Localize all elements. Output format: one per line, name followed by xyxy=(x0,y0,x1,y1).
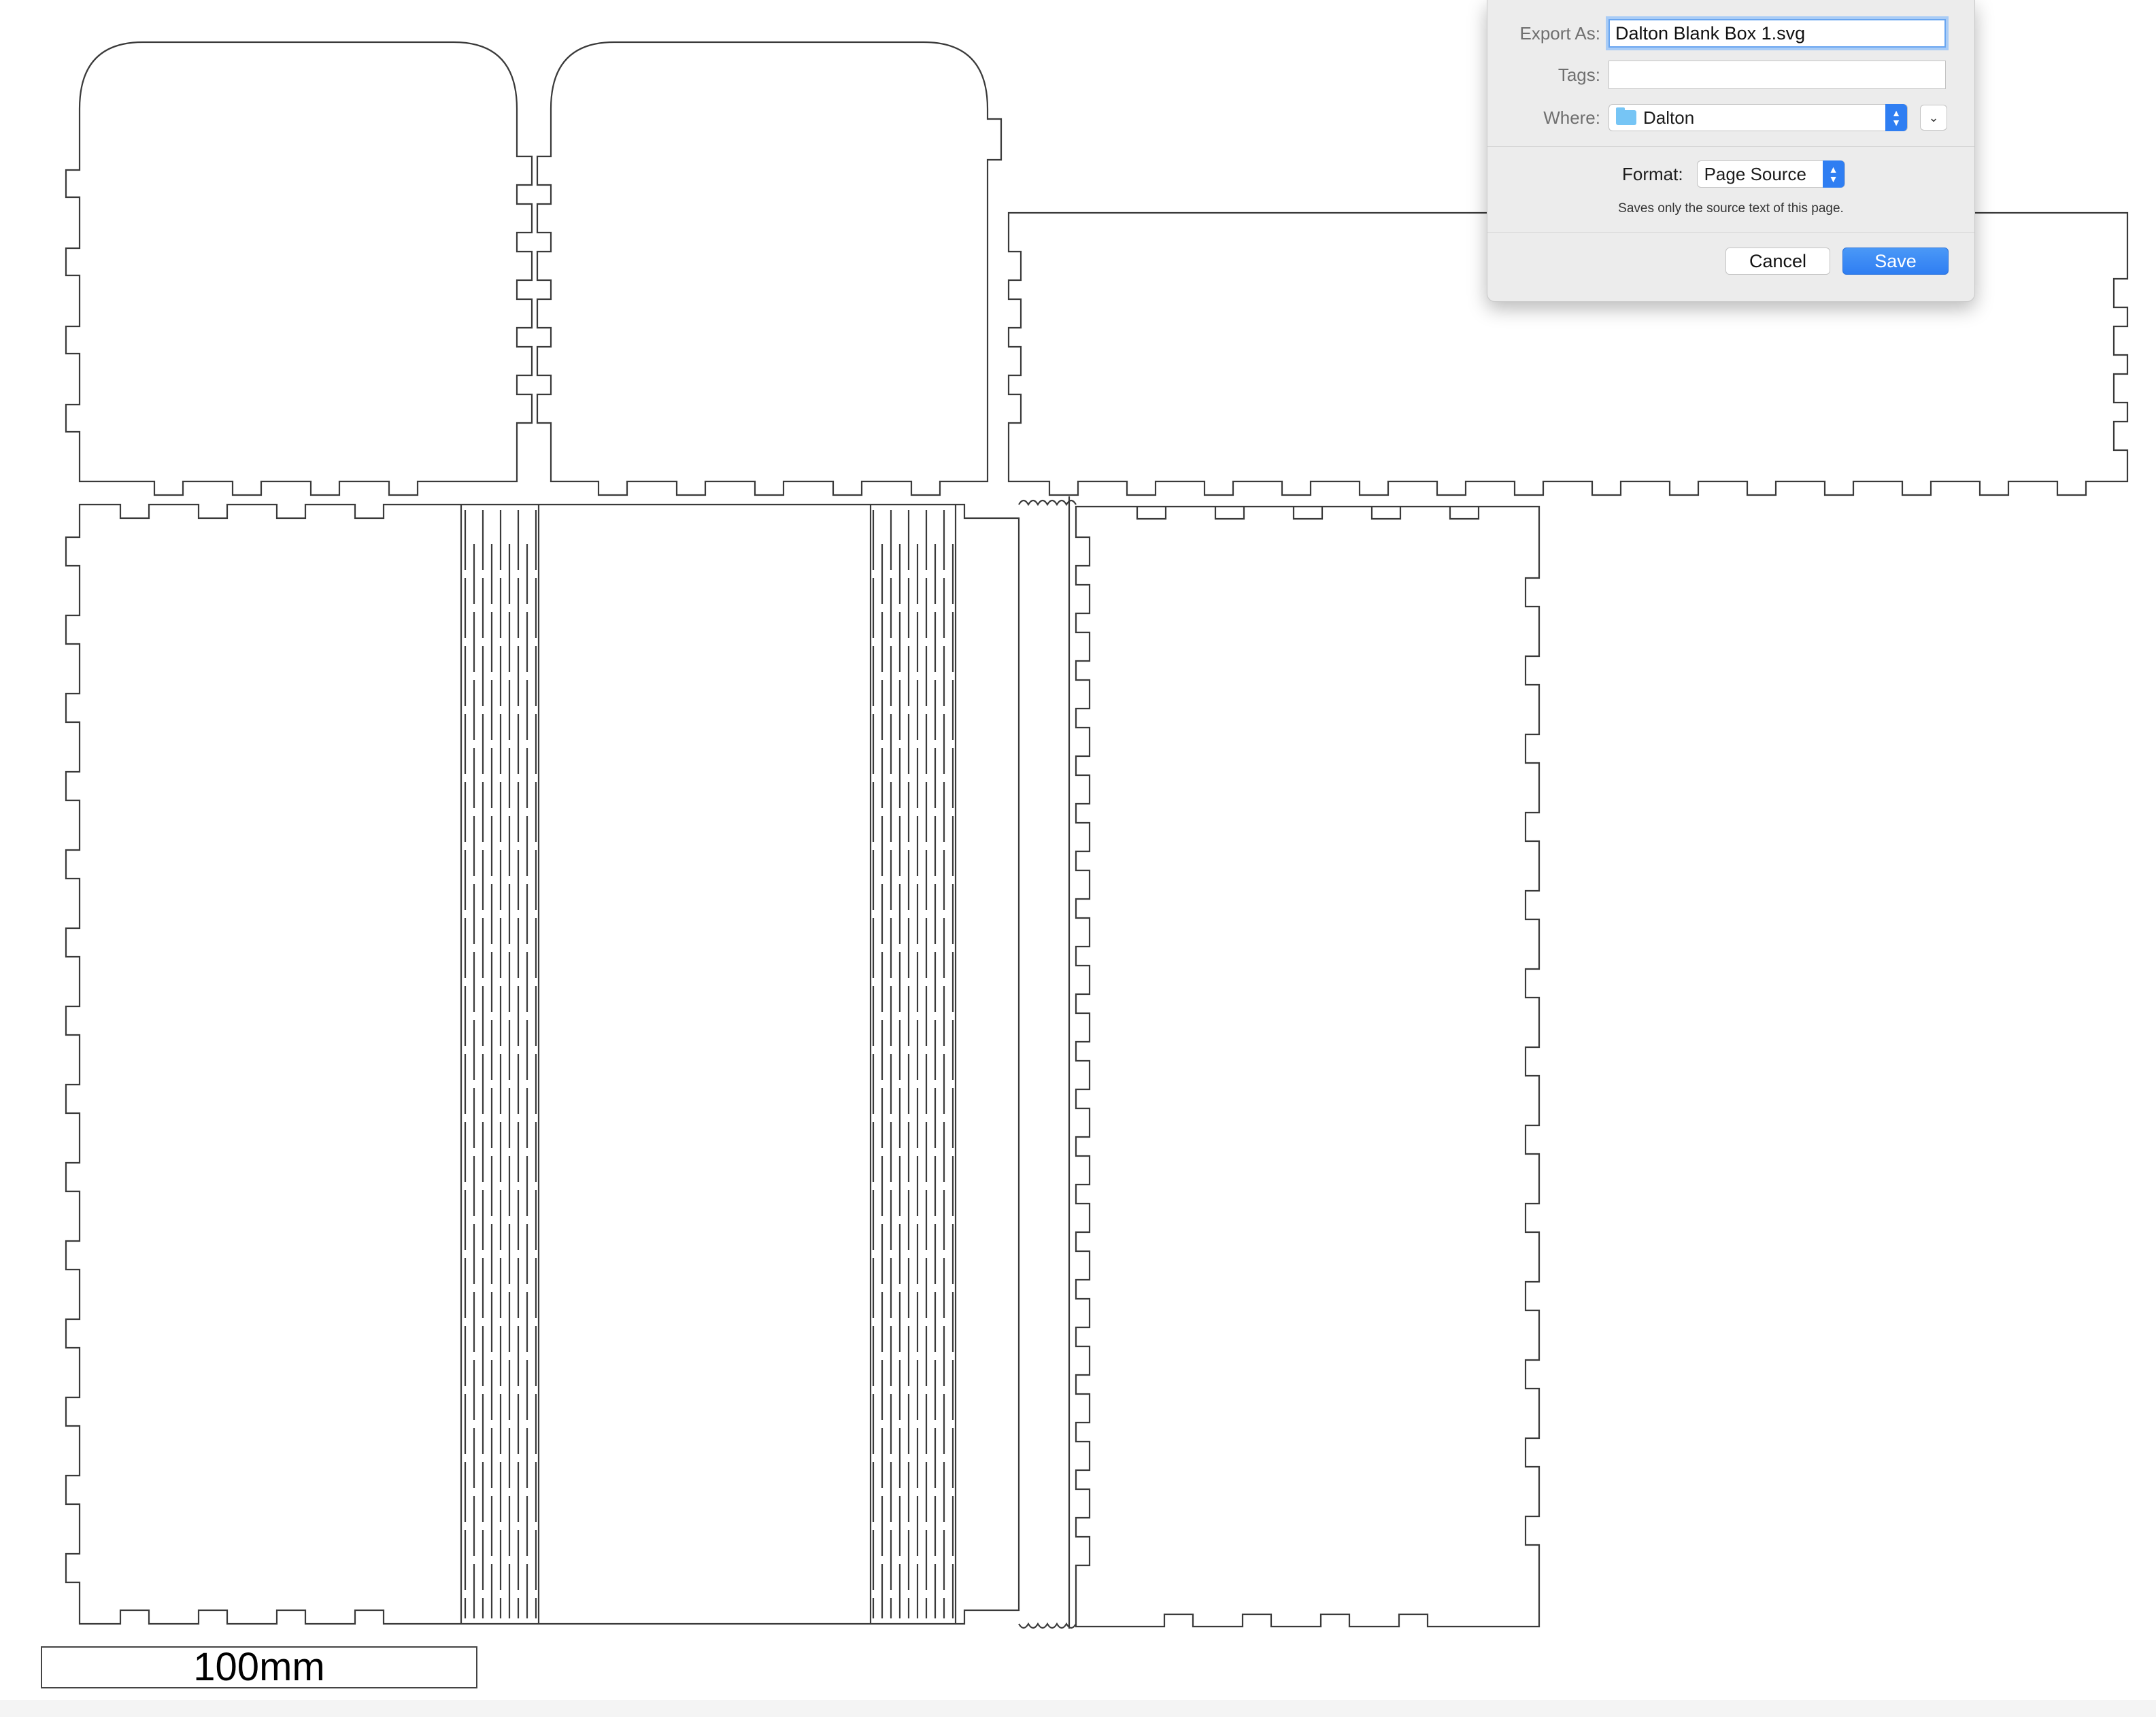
cancel-button[interactable]: Cancel xyxy=(1725,248,1830,275)
format-label: Format: xyxy=(1622,163,1683,184)
format-popup[interactable]: Page Source ▲ ▼ xyxy=(1696,160,1845,188)
up-down-chevron-icon: ▲ ▼ xyxy=(1822,160,1845,188)
up-down-chevron-icon: ▲ ▼ xyxy=(1885,104,1907,131)
side-panel-left-outline xyxy=(65,41,533,496)
base-panel-top-fingers xyxy=(1136,507,1480,520)
wrap-panel-outline xyxy=(65,503,1020,1625)
tags-row: Tags: xyxy=(1487,61,1946,89)
where-value: Dalton xyxy=(1643,107,1695,128)
export-as-row: Export As: Dalton Blank Box 1.svg xyxy=(1487,19,1946,48)
side-panel-right-outline xyxy=(536,41,1003,496)
divider xyxy=(1487,232,1974,233)
base-panel-outline xyxy=(1075,505,1540,1628)
tags-label: Tags: xyxy=(1557,64,1600,85)
format-value: Page Source xyxy=(1704,163,1806,184)
export-dialog: Export As: Dalton Blank Box 1.svg Tags: … xyxy=(1487,0,1975,302)
window-bottom-edge xyxy=(0,1700,2156,1717)
export-as-label: Export As: xyxy=(1519,22,1601,44)
folder-icon xyxy=(1616,107,1636,125)
export-as-field[interactable]: Dalton Blank Box 1.svg xyxy=(1608,19,1946,48)
expand-dialog-button[interactable]: ⌄ xyxy=(1920,105,1947,131)
divider xyxy=(1487,146,1974,147)
strip-end-bottom xyxy=(1018,1622,1077,1629)
format-hint: Saves only the source text of this page. xyxy=(1618,201,1844,216)
tags-field[interactable] xyxy=(1608,61,1946,89)
scale-reference-label: 100mm xyxy=(41,1646,477,1688)
chevron-down-icon: ⌄ xyxy=(1928,110,1939,124)
strip-end-top xyxy=(1018,499,1077,507)
where-row: Where: Dalton ▲ ▼ ⌄ xyxy=(1487,104,1947,131)
format-row: Format: Page Source ▲ ▼ xyxy=(1622,160,1845,188)
where-popup[interactable]: Dalton ▲ ▼ xyxy=(1608,104,1908,131)
where-label: Where: xyxy=(1543,107,1600,128)
save-button[interactable]: Save xyxy=(1842,248,1949,275)
